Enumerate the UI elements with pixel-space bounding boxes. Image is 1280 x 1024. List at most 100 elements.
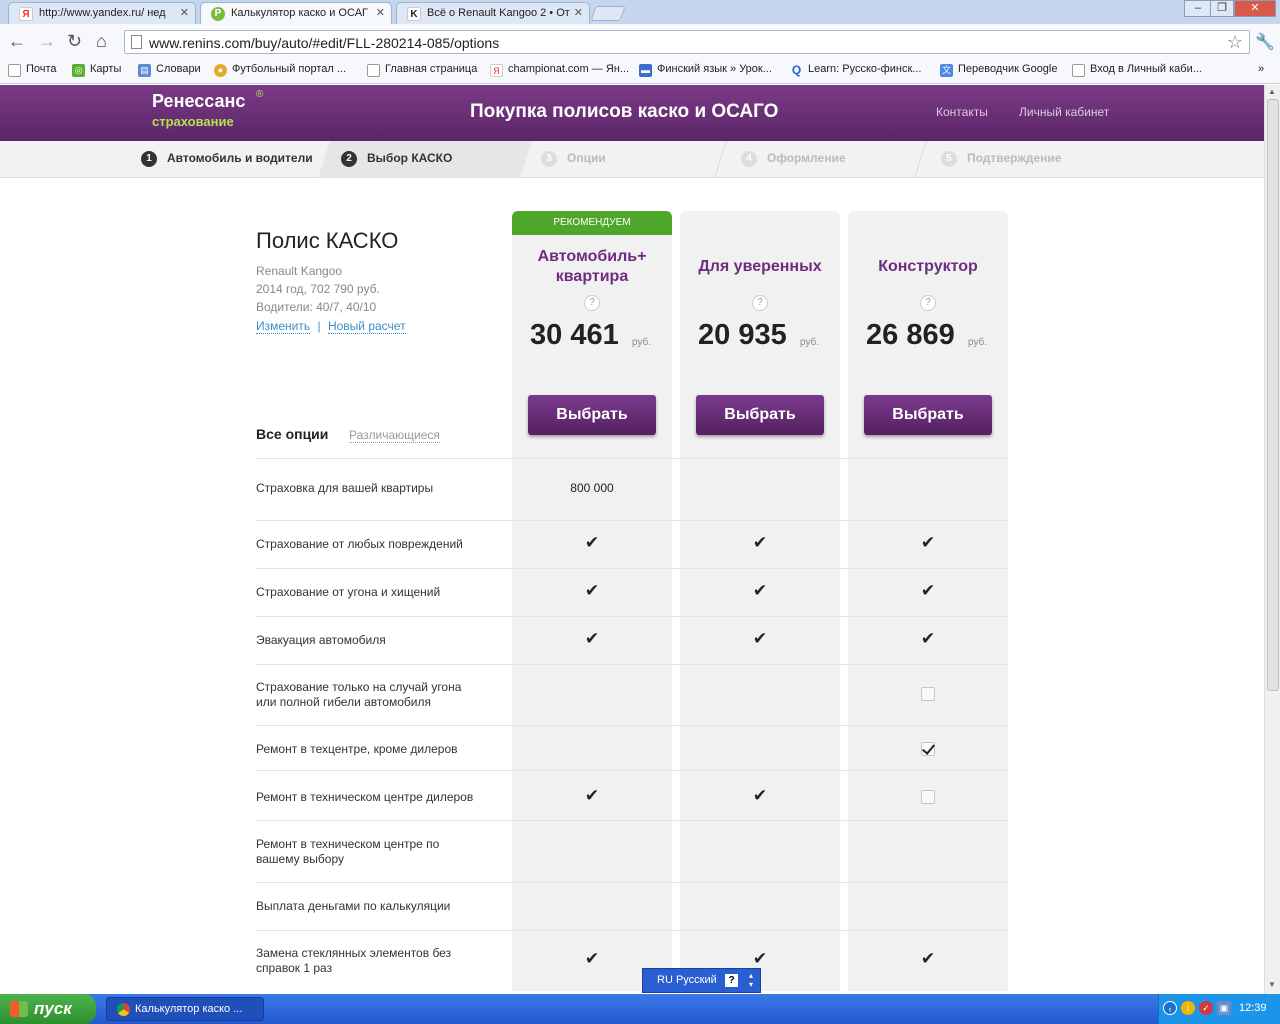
check-icon: ✔ [584, 581, 600, 600]
row-divider [256, 520, 1008, 521]
check-icon: ✔ [920, 629, 936, 648]
tray-expand-icon[interactable]: ‹ [1163, 1001, 1177, 1015]
check-icon: ✔ [584, 786, 600, 805]
plan-price: 26 869 [866, 319, 955, 351]
bookmark-item[interactable]: Главная страница [367, 63, 477, 77]
tab-label: Всё о Renault Kangoo 2 • От [427, 7, 570, 19]
bookmarks-overflow-icon[interactable]: » [1258, 63, 1264, 75]
plan-column-constructor: Конструктор ? 26 869 руб. Выбрать [848, 211, 1008, 991]
translate-icon: 文 [940, 64, 953, 77]
bookmark-item[interactable]: Q Learn: Русско-финск... [790, 63, 922, 77]
account-link[interactable]: Личный кабинет [1019, 105, 1109, 119]
language-menu-icon[interactable]: ▴ ▾ [749, 971, 753, 989]
contacts-link[interactable]: Контакты [936, 105, 988, 119]
check-icon: ✔ [752, 629, 768, 648]
check-icon: ✔ [752, 533, 768, 552]
page-scrollbar[interactable]: ▲ ▼ [1264, 85, 1280, 994]
option-label: Ремонт в техцентре, кроме дилеров [256, 742, 458, 756]
step-kasko: 2 Выбор КАСКО [341, 151, 452, 167]
address-bar[interactable]: www.renins.com/buy/auto/#edit/FLL-280214… [124, 30, 1250, 54]
bookmark-item[interactable]: Почта [8, 63, 57, 77]
chrome-icon [117, 1003, 130, 1016]
check-icon: ✔ [752, 581, 768, 600]
new-calculation-link[interactable]: Новый расчет [327, 319, 406, 334]
check-icon: ✔ [752, 786, 768, 805]
scroll-down-icon[interactable]: ▼ [1268, 980, 1276, 989]
tab-label: http://www.yandex.ru/ нед [39, 7, 166, 19]
filter-all-options[interactable]: Все опции [256, 426, 328, 442]
network-icon[interactable]: ▣ [1217, 1001, 1231, 1015]
bookmark-item[interactable]: 文 Переводчик Google [940, 63, 1058, 77]
clock: 12:39 [1239, 1002, 1267, 1014]
reload-icon[interactable]: ↻ [67, 32, 82, 50]
start-button[interactable]: пуск [0, 994, 96, 1024]
close-tab-icon[interactable]: ✕ [376, 6, 385, 19]
help-icon[interactable]: ? [752, 295, 768, 311]
home-icon[interactable]: ⌂ [96, 32, 107, 50]
option-checkbox[interactable] [848, 741, 1008, 756]
back-icon[interactable]: ← [8, 32, 26, 50]
security-shield-icon[interactable]: ✓ [1199, 1001, 1213, 1015]
help-icon[interactable]: ? [920, 295, 936, 311]
bookmark-star-icon[interactable]: ☆ [1227, 32, 1243, 53]
check-icon: ✔ [584, 629, 600, 648]
maximize-button[interactable]: ❐ [1210, 0, 1234, 17]
tab-yandex[interactable]: Я http://www.yandex.ru/ нед ✕ [8, 2, 196, 24]
checkbox-unchecked[interactable] [921, 686, 935, 701]
scroll-up-icon[interactable]: ▲ [1268, 87, 1276, 96]
taskbar-item-chrome[interactable]: Калькулятор каско ... [106, 997, 264, 1021]
page-icon [131, 35, 142, 49]
check-icon: ✔ [752, 949, 768, 968]
option-checkbox[interactable] [848, 789, 1008, 804]
help-icon[interactable]: ? [584, 295, 600, 311]
info-icon[interactable]: i [1181, 1001, 1195, 1015]
yandex-icon: Я [490, 64, 503, 77]
kangoo-icon: K [407, 7, 421, 21]
option-label: Выплата деньгами по калькуляции [256, 899, 451, 913]
page-icon [8, 64, 21, 77]
close-window-button[interactable]: ✕ [1234, 0, 1276, 17]
wrench-menu-icon[interactable]: 🔧 [1255, 32, 1275, 52]
option-label: Страхование от любых повреждений [256, 537, 463, 551]
choose-button[interactable]: Выбрать [864, 395, 992, 435]
bookmark-item[interactable]: ▤ Словари [138, 63, 201, 77]
logo[interactable]: Ренессанс [152, 91, 245, 112]
option-label: Страхование только на случай угона или п… [256, 680, 462, 709]
filter-different-options[interactable]: Различающиеся [349, 428, 440, 443]
bookmark-item[interactable]: ▬ Финский язык » Урок... [639, 63, 772, 77]
new-tab-button[interactable] [590, 6, 626, 21]
scrollbar-thumb[interactable] [1267, 99, 1279, 691]
plan-column-confident: Для уверенных ? 20 935 руб. Выбрать [680, 211, 840, 991]
plan-price: 30 461 [530, 319, 619, 351]
bookmark-item[interactable]: Яchampionat.com — Ян... [490, 63, 629, 77]
language-bar[interactable]: RU Русский ? ▴ ▾ [642, 968, 761, 993]
close-tab-icon[interactable]: ✕ [574, 6, 583, 19]
bookmark-item[interactable]: ◎ Карты [72, 63, 121, 77]
step-car-drivers[interactable]: 1 Автомобиль и водители [141, 151, 313, 167]
logo-registered-mark: ® [256, 89, 264, 100]
check-icon: ✔ [920, 581, 936, 600]
forward-icon[interactable]: → [38, 32, 56, 50]
tab-renins[interactable]: P Калькулятор каско и ОСАГ ✕ [200, 2, 392, 24]
row-divider [256, 568, 1008, 569]
option-checkbox[interactable] [848, 686, 1008, 701]
language-help-icon[interactable]: ? [725, 974, 738, 987]
choose-button[interactable]: Выбрать [528, 395, 656, 435]
checkbox-unchecked[interactable] [921, 789, 935, 804]
bookmark-item[interactable]: ● Футбольный портал ... [214, 63, 346, 77]
plan-name: Для уверенных [698, 258, 822, 275]
row-divider [256, 770, 1008, 771]
car-year-price: 2014 год, 702 790 руб. [256, 282, 380, 296]
close-tab-icon[interactable]: ✕ [180, 6, 189, 19]
checkbox-checked[interactable] [921, 741, 935, 756]
edit-link[interactable]: Изменить [256, 319, 311, 334]
tab-kangoo[interactable]: K Всё о Renault Kangoo 2 • От ✕ [396, 2, 590, 24]
row-divider [256, 664, 1008, 665]
plan-name: Автомобиль+ [537, 248, 647, 265]
currency-label: руб. [632, 337, 652, 348]
taskbar: пуск Калькулятор каско ... ‹ i ✓ ▣ 12:39 [0, 994, 1280, 1024]
choose-button[interactable]: Выбрать [696, 395, 824, 435]
bookmark-item[interactable]: Вход в Личный каби... [1072, 63, 1202, 77]
minimize-button[interactable]: – [1184, 0, 1212, 17]
finnish-flag-icon: ▬ [639, 64, 652, 77]
